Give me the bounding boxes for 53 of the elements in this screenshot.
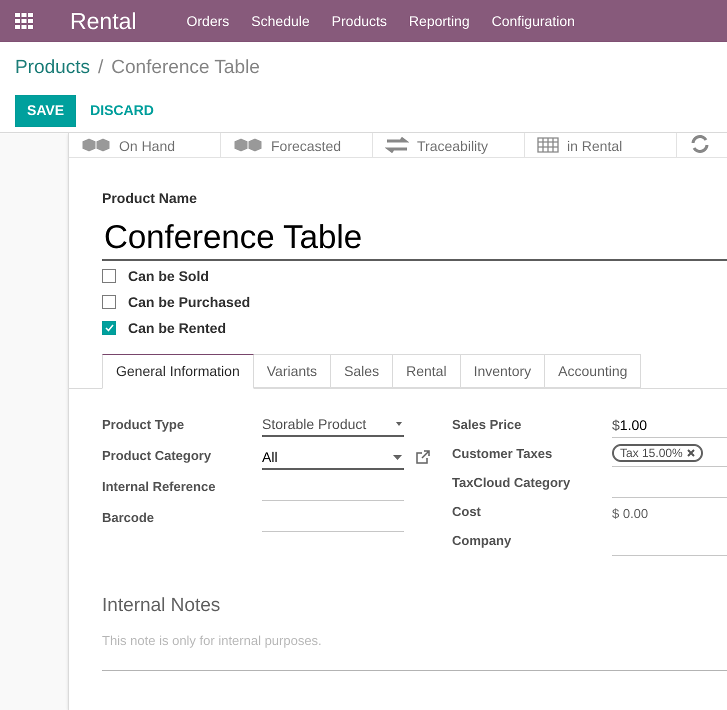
breadcrumb-link[interactable]: Products xyxy=(15,54,90,82)
field-label: Product Type xyxy=(102,416,186,434)
category-field[interactable]: All xyxy=(262,446,404,470)
field-label: Product Name xyxy=(102,189,198,208)
nav-menu-item[interactable]: Configuration xyxy=(492,10,575,32)
checkbox-label: Can be Rented xyxy=(128,319,226,337)
external-link-icon[interactable] xyxy=(416,450,430,464)
apps-grid-icon[interactable] xyxy=(15,13,33,29)
cost-value: $ 0.00 xyxy=(612,505,650,523)
field-label: Company xyxy=(452,532,512,550)
save-button[interactable]: SAVE xyxy=(15,94,76,126)
tab[interactable]: Sales xyxy=(331,354,394,388)
nav-menu-item[interactable]: Reporting xyxy=(408,10,470,32)
field-label: Cost xyxy=(452,503,482,521)
nav-menu-item[interactable]: Schedule xyxy=(251,10,310,32)
section-title: Internal Notes xyxy=(102,594,222,618)
checkbox[interactable] xyxy=(102,295,116,309)
dropdown-caret-icon xyxy=(396,422,402,426)
tab[interactable]: Inventory xyxy=(460,354,546,388)
tab[interactable]: Variants xyxy=(254,354,332,388)
field-label: Barcode xyxy=(102,509,156,527)
arrows-icon xyxy=(385,137,409,153)
discard-button[interactable]: DISCARD xyxy=(90,94,154,126)
app-title[interactable]: Rental xyxy=(70,4,136,38)
stat-button[interactable]: Traceability xyxy=(373,133,525,157)
field-label: TaxCloud Category xyxy=(452,474,572,492)
breadcrumb-separator: / xyxy=(98,56,104,80)
grid-icon xyxy=(537,137,559,153)
tab[interactable]: General Information xyxy=(102,354,254,389)
field-label: Sales Price xyxy=(452,416,522,434)
checkbox[interactable] xyxy=(102,321,116,335)
field-label: Internal Reference xyxy=(102,478,216,496)
dropdown-caret-icon xyxy=(393,454,402,460)
breadcrumb-current: Conference Table xyxy=(111,56,260,80)
field-label: Product Category xyxy=(102,447,212,465)
product-name-field[interactable]: Conference Table xyxy=(102,217,727,261)
checkbox-label: Can be Purchased xyxy=(128,293,250,311)
stat-button[interactable]: Forecasted xyxy=(221,133,373,157)
select-field[interactable]: Storable Product xyxy=(262,413,404,437)
checkmark-icon xyxy=(104,324,114,332)
stat-button[interactable]: On Hand xyxy=(69,133,221,157)
price-field[interactable]: $1.00 xyxy=(612,415,727,438)
close-icon[interactable] xyxy=(686,449,695,457)
checkbox-label: Can be Sold xyxy=(128,267,209,285)
field-label: Customer Taxes xyxy=(452,445,554,463)
checkbox[interactable] xyxy=(102,269,116,283)
nav-menu-item[interactable]: Products xyxy=(332,10,387,32)
stat-button[interactable]: in Rental xyxy=(525,133,677,157)
tab[interactable]: Accounting xyxy=(545,354,642,388)
tab[interactable]: Rental xyxy=(393,354,461,388)
nav-menu-item[interactable]: Orders xyxy=(186,10,230,32)
tax-tag[interactable]: Tax 15.00% xyxy=(612,444,703,462)
refresh-icon xyxy=(689,135,711,153)
